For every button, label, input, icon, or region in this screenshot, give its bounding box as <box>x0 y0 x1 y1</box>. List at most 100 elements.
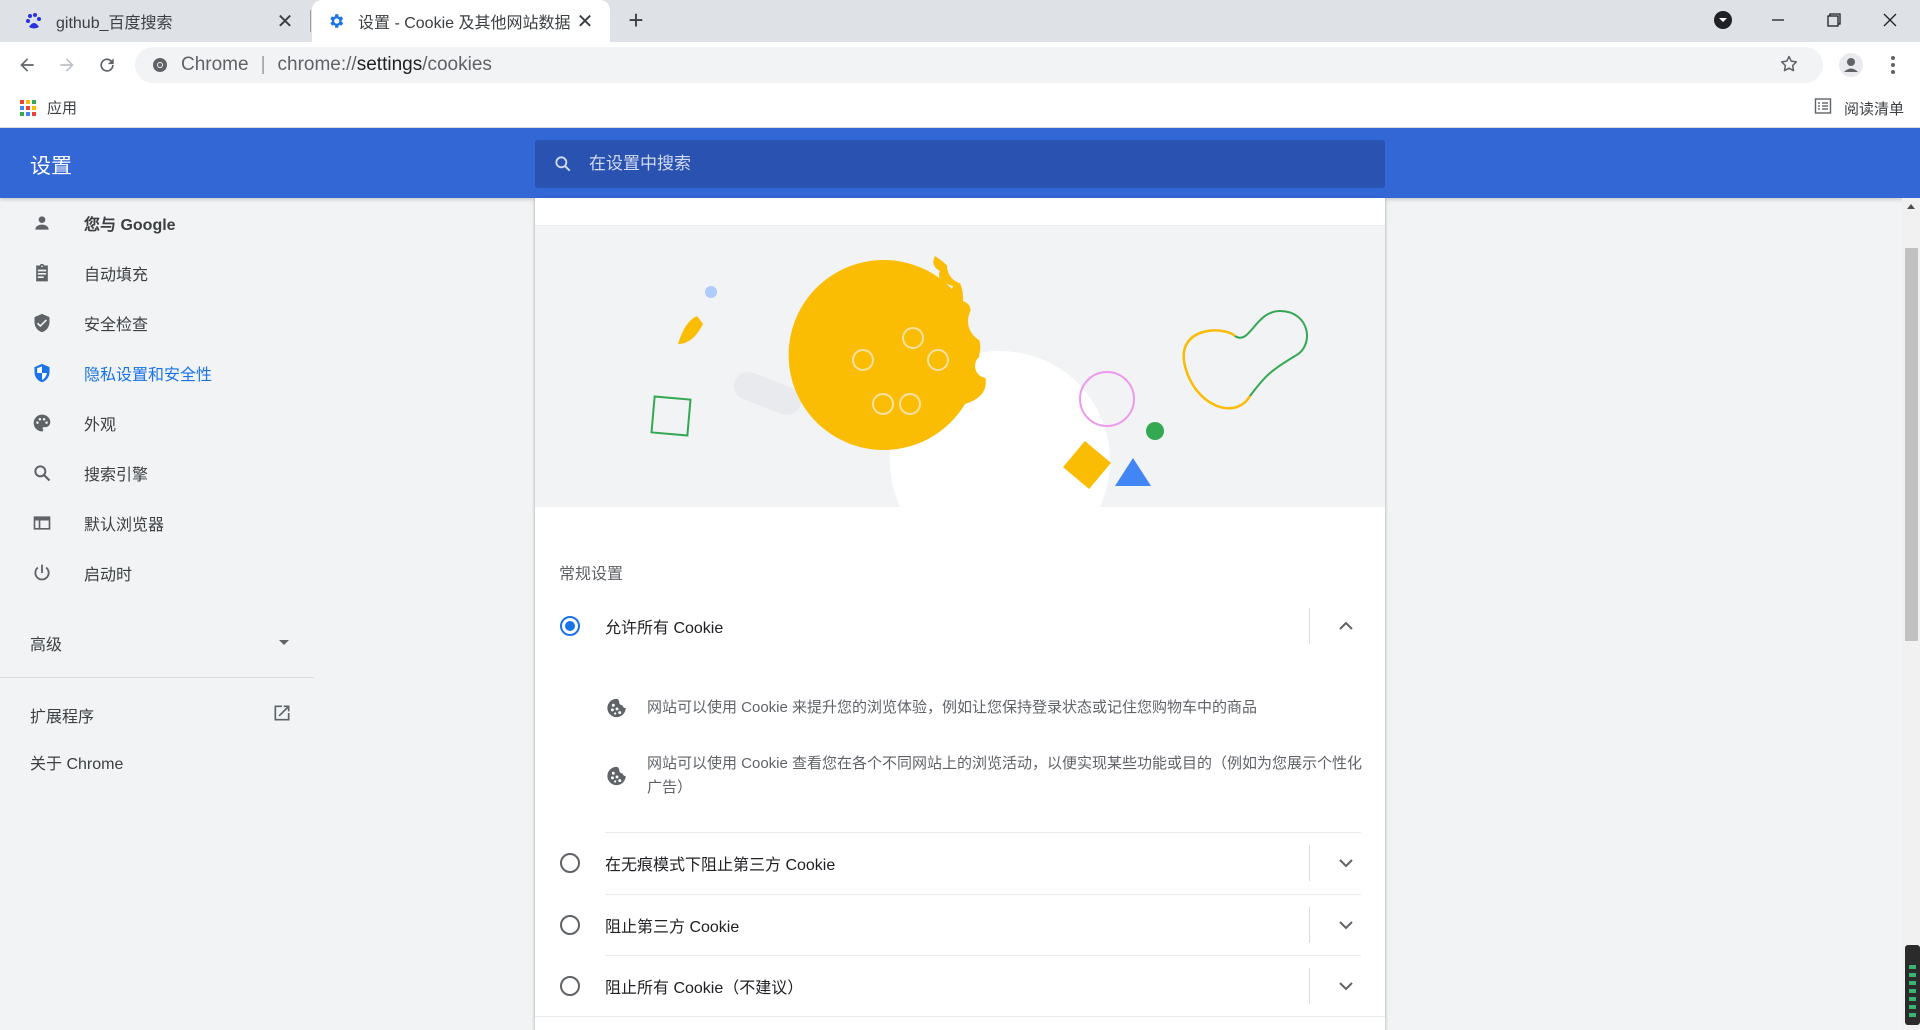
tab-title: github_百度搜索 <box>56 15 173 32</box>
cookie-icon <box>605 696 629 720</box>
close-tab-icon[interactable]: ✕ <box>574 10 596 33</box>
apps-grid-icon <box>20 99 36 116</box>
radio-button[interactable] <box>560 976 580 996</box>
radio-button[interactable] <box>560 853 580 873</box>
apps-label: 应用 <box>47 100 78 117</box>
option-label: 阻止第三方 Cookie <box>605 919 740 936</box>
address-separator: | <box>260 54 266 75</box>
sidebar-item-label: 启动时 <box>84 567 133 584</box>
sidebar-item-search-engine[interactable]: 搜索引擎 <box>0 448 315 498</box>
sidebar-item-label: 您与 Google <box>84 217 176 234</box>
sidebar-item-default-browser[interactable]: 默认浏览器 <box>0 498 315 548</box>
sidebar-item-safety-check[interactable]: 安全检查 <box>0 298 315 348</box>
power-icon <box>30 561 54 585</box>
card-top-strip <box>535 198 1385 226</box>
system-meter-widget <box>1905 945 1920 1025</box>
chevron-down-icon[interactable] <box>1335 914 1357 936</box>
new-tab-button[interactable]: + <box>620 6 652 36</box>
minimize-button[interactable] <box>1750 0 1806 40</box>
open-in-new-icon <box>272 703 292 728</box>
sidebar-item-label: 默认浏览器 <box>84 517 165 534</box>
settings-header: 设置 <box>0 128 1920 198</box>
close-tab-icon[interactable]: ✕ <box>274 10 296 33</box>
cookie-info-bullet: 网站可以使用 Cookie 查看您在各个不同网站上的浏览活动，以便实现某些功能或… <box>605 752 1365 800</box>
chevron-down-icon[interactable] <box>1335 975 1357 997</box>
sidebar-item-you-and-google[interactable]: 您与 Google <box>0 198 315 248</box>
sidebar-item-label: 搜索引擎 <box>84 467 149 484</box>
close-window-button[interactable] <box>1862 0 1918 40</box>
sidebar-divider <box>0 677 314 678</box>
site-label: Chrome <box>181 54 249 75</box>
back-button[interactable] <box>12 50 42 80</box>
profile-dropdown-icon[interactable] <box>1695 0 1751 40</box>
cookie-icon <box>605 764 629 788</box>
search-icon <box>551 152 575 176</box>
address-bar[interactable]: Chrome | chrome://settings/cookies <box>135 47 1823 83</box>
bullet-text: 网站可以使用 Cookie 来提升您的浏览体验，例如让您保持登录状态或记住您购物… <box>647 699 1258 716</box>
shield-check-icon <box>30 311 54 335</box>
clipboard-icon <box>30 261 54 285</box>
chrome-menu-icon[interactable] <box>1878 50 1908 80</box>
sidebar-item-label: 安全检查 <box>84 317 149 334</box>
reload-button[interactable] <box>92 50 122 80</box>
chevron-up-icon[interactable] <box>1335 615 1357 637</box>
settings-sidebar: 您与 Google 自动填充 安全检查 隐私设置和安全性 外观 搜索引擎 默认浏… <box>0 198 315 1030</box>
page-scrollbar[interactable] <box>1902 198 1920 1030</box>
chevron-down-icon[interactable] <box>1335 852 1357 874</box>
tab-settings-cookies[interactable]: 设置 - Cookie 及其他网站数据 ✕ <box>312 0 610 42</box>
bookmarks-bar: 应用 阅读清单 <box>0 88 1920 128</box>
section-title-general: 常规设置 <box>559 566 624 583</box>
profile-avatar-icon[interactable] <box>1836 50 1866 80</box>
option-block-third-party[interactable]: 阻止第三方 Cookie <box>535 895 1385 955</box>
sidebar-about-chrome[interactable]: 关于 Chrome <box>30 750 123 774</box>
forward-button[interactable] <box>52 50 82 80</box>
sidebar-advanced-toggle[interactable]: 高级 <box>30 628 290 658</box>
row-separator <box>1309 845 1310 881</box>
sidebar-item-privacy[interactable]: 隐私设置和安全性 <box>0 348 315 398</box>
privacy-shield-icon <box>30 361 54 385</box>
cookie-illustration <box>535 226 1385 571</box>
sidebar-item-label: 隐私设置和安全性 <box>84 367 213 384</box>
row-divider <box>535 1016 1385 1017</box>
extensions-label: 扩展程序 <box>30 709 95 726</box>
sidebar-item-on-startup[interactable]: 启动时 <box>0 548 315 598</box>
browser-window-icon <box>30 511 54 535</box>
option-block-all-cookies[interactable]: 阻止所有 Cookie（不建议） <box>535 956 1385 1016</box>
cookies-settings-card: 常规设置 允许所有 Cookie 网站可以使用 Cookie 来提升您的浏览体验… <box>535 198 1385 1030</box>
palette-icon <box>30 411 54 435</box>
scrollbar-thumb[interactable] <box>1905 248 1918 641</box>
settings-search-input[interactable] <box>589 154 1349 174</box>
browser-toolbar: Chrome | chrome://settings/cookies <box>0 42 1920 88</box>
advanced-label: 高级 <box>30 637 63 654</box>
sidebar-item-autofill[interactable]: 自动填充 <box>0 248 315 298</box>
cookie-info-bullet: 网站可以使用 Cookie 来提升您的浏览体验，例如让您保持登录状态或记住您购物… <box>605 696 1365 720</box>
sidebar-extensions-link[interactable]: 扩展程序 <box>30 700 292 730</box>
reading-list-label: 阅读清单 <box>1843 100 1904 118</box>
option-allow-all-cookies[interactable]: 允许所有 Cookie <box>535 596 1385 656</box>
baidu-paw-icon <box>24 11 44 31</box>
settings-gear-icon <box>326 11 346 31</box>
restore-button[interactable] <box>1806 0 1862 40</box>
search-icon <box>30 461 54 485</box>
url-text: chrome://settings/cookies <box>277 54 492 75</box>
row-separator <box>1309 968 1310 1004</box>
reading-list-button[interactable]: 阅读清单 <box>1814 97 1904 119</box>
bookmark-star-icon[interactable] <box>1779 54 1801 76</box>
option-label: 允许所有 Cookie <box>605 620 724 637</box>
chrome-logo-icon <box>149 54 171 76</box>
dropdown-arrow-icon <box>278 634 290 652</box>
scroll-up-arrow-icon[interactable] <box>1907 204 1915 209</box>
option-label: 阻止所有 Cookie（不建议） <box>605 980 804 997</box>
person-icon <box>30 211 54 235</box>
reading-list-icon <box>1814 97 1832 119</box>
radio-button[interactable] <box>560 915 580 935</box>
apps-shortcut[interactable]: 应用 <box>20 97 77 118</box>
radio-button-checked[interactable] <box>560 616 580 636</box>
tab-separator <box>310 10 311 32</box>
option-block-third-party-incognito[interactable]: 在无痕模式下阻止第三方 Cookie <box>535 833 1385 893</box>
row-separator <box>1309 608 1310 644</box>
settings-search-box[interactable] <box>535 140 1385 188</box>
tab-baidu-search[interactable]: github_百度搜索 ✕ <box>10 0 310 42</box>
sidebar-item-appearance[interactable]: 外观 <box>0 398 315 448</box>
sidebar-item-label: 外观 <box>84 417 117 434</box>
